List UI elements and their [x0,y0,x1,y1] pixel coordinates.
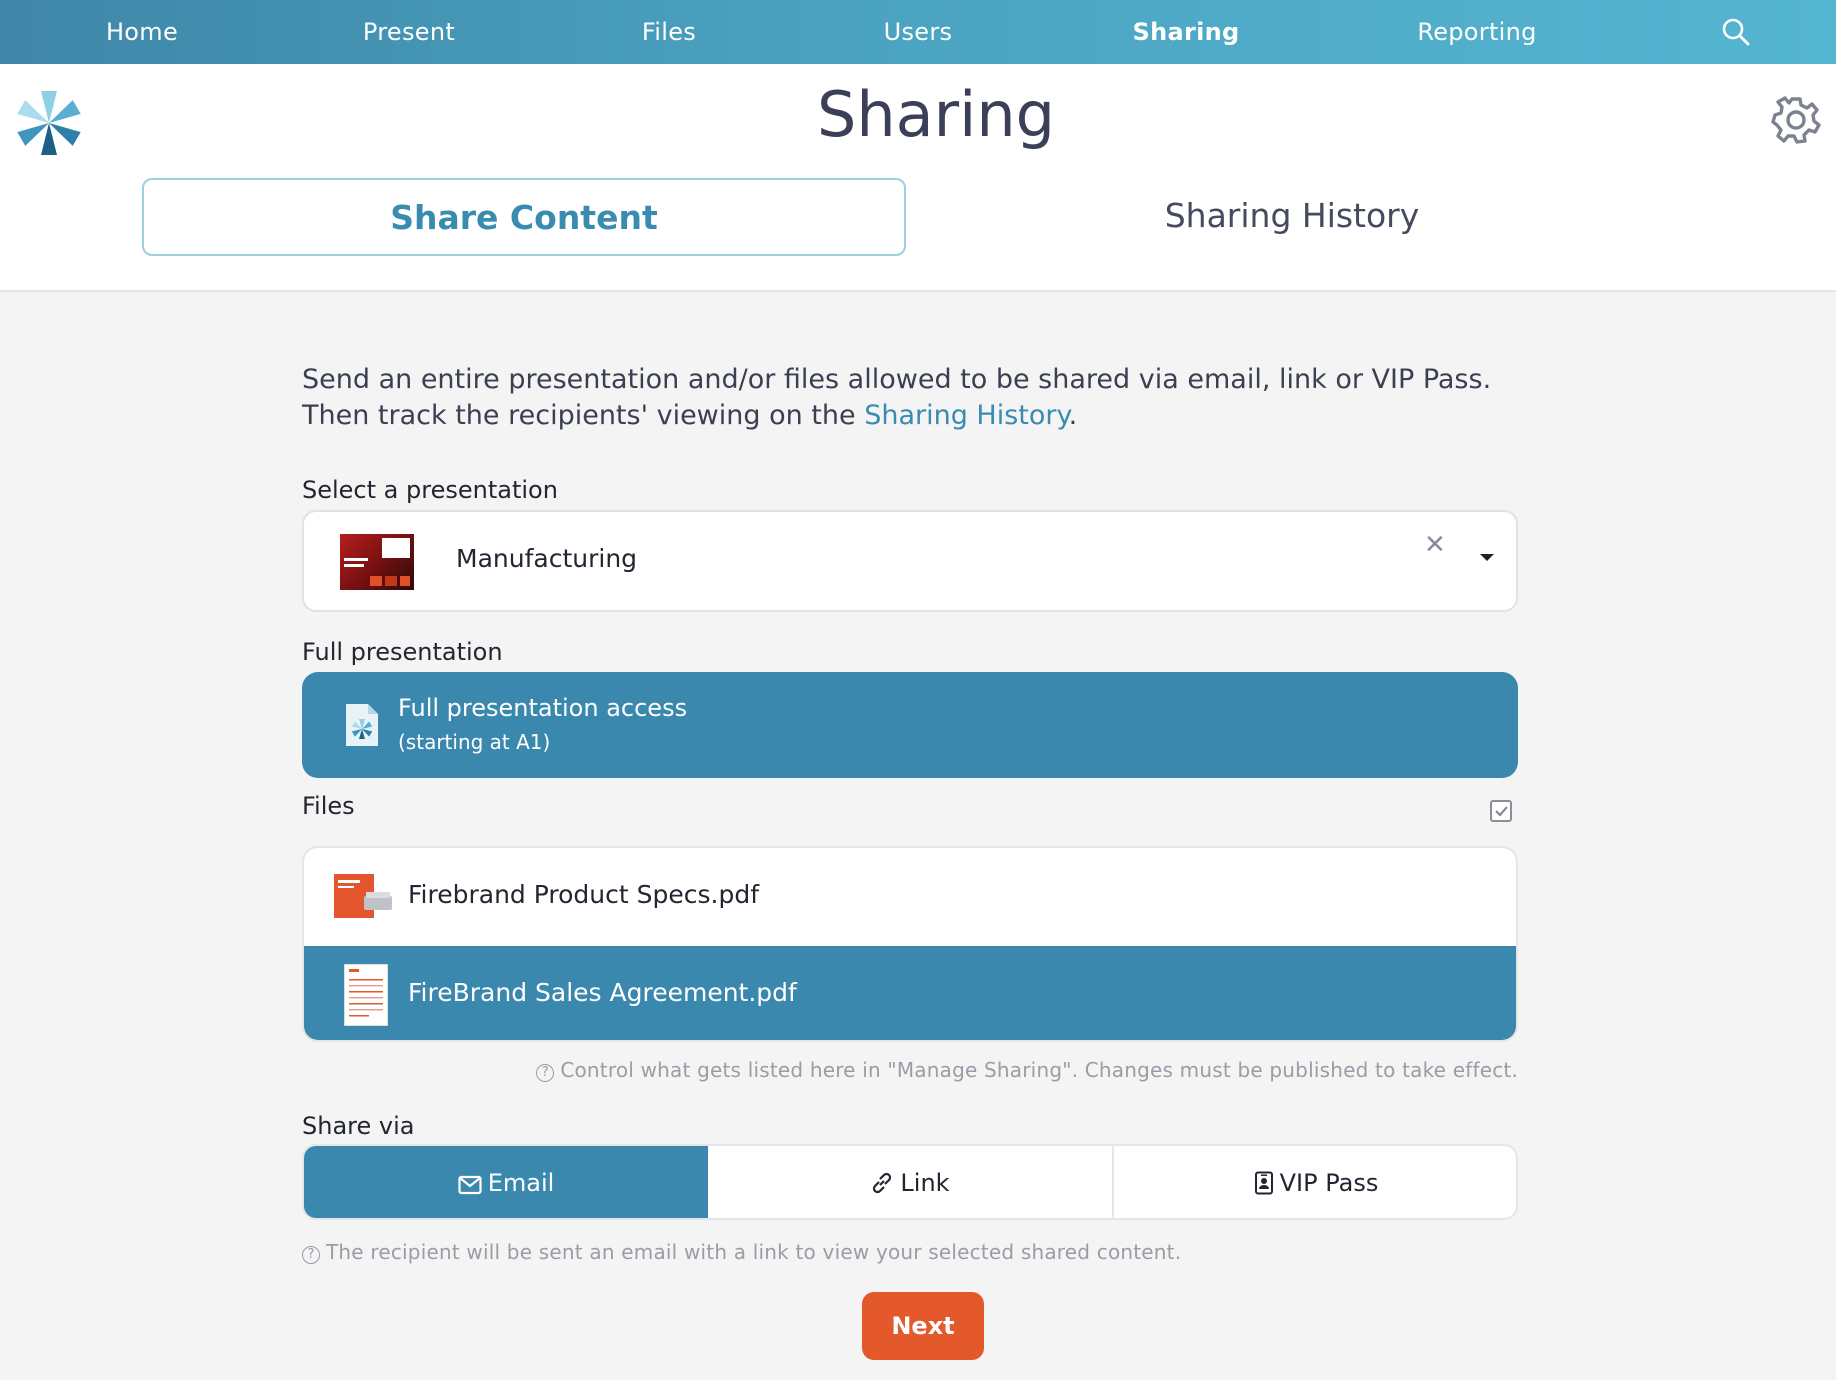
file-item-sales-agreement[interactable]: FireBrand Sales Agreement.pdf [304,946,1516,1040]
gear-icon[interactable] [1770,94,1822,146]
presentation-thumbnail [340,534,414,590]
search-icon[interactable] [1720,16,1752,48]
file-name: Firebrand Product Specs.pdf [408,880,759,909]
full-presentation-label: Full presentation [302,638,503,666]
file-item-product-specs[interactable]: Firebrand Product Specs.pdf [304,848,1516,946]
nav-item-files[interactable]: Files [642,0,696,64]
page-header: Sharing Share Content Sharing History [0,64,1836,292]
share-via-help-text: The recipient will be sent an email with… [326,1240,1182,1264]
full-presentation-option[interactable]: Full presentation access (starting at A1… [302,672,1518,778]
files-help-note: ? Control what gets listed here in "Manag… [536,1058,1518,1082]
tab-share-content[interactable]: Share Content [142,178,906,256]
share-via-email-button[interactable]: Email [304,1146,708,1218]
pdf-thumbnail [334,874,394,918]
presentation-file-icon [344,702,380,748]
full-presentation-subtitle: (starting at A1) [398,730,551,754]
page-title: Sharing [816,78,1055,151]
pdf-thumbnail [344,964,388,1026]
full-presentation-title: Full presentation access [398,694,688,722]
intro-text-end: . [1068,400,1078,431]
sharing-history-link[interactable]: Sharing History [864,400,1068,431]
select-all-files-checkbox[interactable] [1490,800,1512,822]
email-label: Email [487,1169,555,1197]
presentation-label: Select a presentation [302,476,558,504]
link-icon [873,1172,892,1194]
badge-icon [1254,1171,1273,1195]
nav-item-reporting[interactable]: Reporting [1417,0,1536,64]
clear-icon[interactable]: ✕ [1424,530,1446,560]
vip-pass-label: VIP Pass [1279,1169,1379,1197]
nav-item-present[interactable]: Present [363,0,455,64]
envelope-icon [458,1175,482,1195]
share-via-help-note: ? The recipient will be sent an email wit… [302,1240,1181,1264]
next-button[interactable]: Next [862,1292,984,1360]
share-via-label: Share via [302,1112,415,1140]
share-via-selector: Email Link VIP Pass [302,1144,1518,1220]
files-list: Firebrand Product Specs.pdf FireBrand Sa… [302,846,1518,1042]
file-name: FireBrand Sales Agreement.pdf [408,978,797,1007]
nav-item-sharing[interactable]: Sharing [1133,0,1240,64]
top-nav: Home Present Files Users Sharing Reporti… [0,0,1836,64]
share-via-link-button[interactable]: Link [708,1146,1112,1218]
help-icon: ? [536,1064,555,1082]
tab-sharing-history[interactable]: Sharing History [910,178,1674,256]
nav-item-users[interactable]: Users [884,0,953,64]
share-via-vip-pass-button[interactable]: VIP Pass [1114,1146,1516,1218]
intro-text: Send an entire presentation and/or files… [302,362,1518,434]
link-label: Link [900,1169,950,1197]
presentation-select-value: Manufacturing [456,544,638,573]
files-label: Files [302,792,355,820]
presentation-select[interactable]: Manufacturing ✕ [302,510,1518,612]
files-help-text: Control what gets listed here in "Manage… [560,1058,1518,1082]
chevron-down-icon[interactable] [1480,554,1494,561]
nav-item-home[interactable]: Home [106,0,178,64]
help-icon: ? [302,1246,320,1264]
